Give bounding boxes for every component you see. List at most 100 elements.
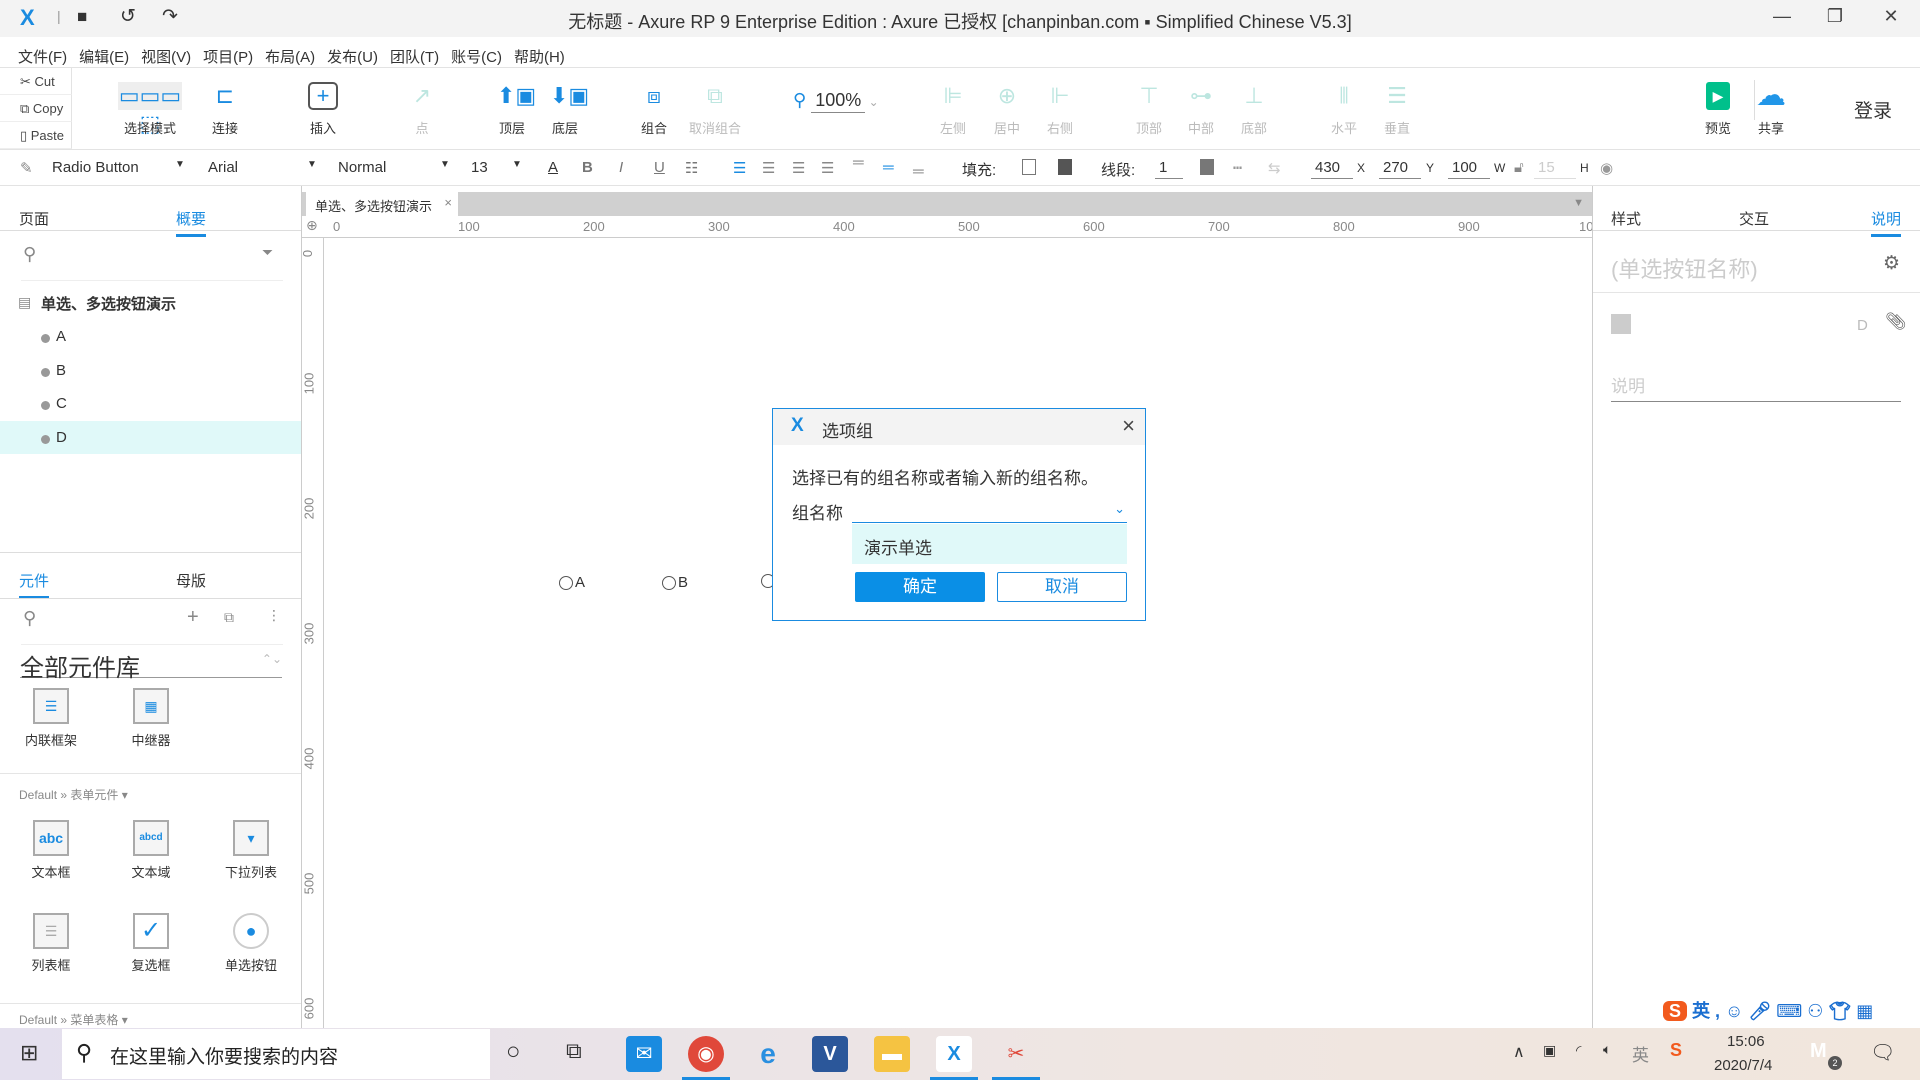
battery-icon[interactable]: ▣ [1543,1042,1556,1059]
library-stack-icon[interactable]: ⧉ [224,609,234,626]
cut-button[interactable]: ✂ Cut [0,68,72,95]
valign-bottom-button[interactable]: ═ [913,163,924,180]
wifi-icon[interactable]: ◜ [1576,1042,1581,1059]
library-select[interactable]: 全部元件库 ⌃⌄ [20,648,282,682]
valign-middle-button[interactable]: ═ [883,159,894,176]
underline-button[interactable]: U [654,159,665,176]
clock-time[interactable]: 15:06 [1727,1033,1765,1050]
bold-button[interactable]: B [582,159,593,176]
chevron-down-icon[interactable]: ⌄ [1114,501,1125,517]
axure-app-icon[interactable]: X [930,1036,978,1080]
close-icon[interactable]: × [1122,413,1135,439]
y-input[interactable]: 270 [1379,159,1421,179]
taskbar-search[interactable]: ⚲ 在这里输入你要搜索的内容 [62,1029,490,1079]
italic-button[interactable]: I [619,159,623,176]
document-tab[interactable]: 单选、多选按钮演示 × [306,192,458,216]
menu-team[interactable]: 团队(T) [386,37,447,67]
ungroup-button[interactable]: ⧉ 取消组合 [680,82,750,137]
minimize-button[interactable]: — [1762,6,1802,32]
share-button[interactable]: ☁ 共享 [1738,81,1804,137]
snipping-tool-icon[interactable]: ✂ [992,1036,1040,1080]
widget-inline-frame[interactable]: ☰ 内联框架 [6,688,96,749]
gear-icon[interactable]: ⚙ [1883,252,1900,275]
align-text-center-button[interactable]: ☰ [762,159,775,177]
action-center-icon[interactable]: 🗨︎ [1870,1040,1895,1065]
mail-app-icon[interactable]: ✉ [626,1036,662,1072]
filter-icon[interactable]: ⏷ [262,244,273,261]
menu-publish[interactable]: 发布(U) [323,37,386,67]
tab-masters[interactable]: 母版 [176,570,206,591]
widget-text-field[interactable]: abc 文本框 [6,820,96,881]
chrome-app-icon[interactable]: ◉ [682,1036,730,1080]
cancel-button[interactable]: 取消 [997,572,1127,602]
outline-item[interactable]: C [0,387,301,420]
outline-item[interactable]: B [0,354,301,387]
search-icon[interactable]: ⚲ [23,244,36,265]
align-text-left-button[interactable]: ☰ [733,159,746,177]
outline-item-selected[interactable]: D [0,421,301,454]
fill-shadow-button[interactable] [1058,159,1072,175]
windows-start-icon[interactable]: ⊞ [20,1040,38,1066]
font-select[interactable]: Arial [208,159,238,176]
insert-button[interactable]: + 插入 [288,82,358,137]
stroke-pattern-button[interactable]: ┅ [1233,159,1242,177]
canvas-radio-button[interactable]: A [559,574,585,591]
group-button[interactable]: ⧈ 组合 [619,82,689,137]
widget-name-input[interactable]: (单选按钮名称) [1611,252,1758,284]
lock-aspect-icon[interactable]: 🔓︎ [1514,159,1524,176]
note-color-swatch[interactable] [1611,314,1631,334]
volume-icon[interactable]: 🔈︎ [1603,1041,1611,1058]
widget-list-box[interactable]: ☰ 列表框 [6,913,96,974]
menu-layout[interactable]: 布局(A) [261,37,323,67]
app-tray-icon[interactable]: M [1810,1040,1827,1063]
outline-item[interactable]: A [0,320,301,353]
section-form-widgets[interactable]: Default » 表单元件 ▾ [19,786,128,803]
chevron-up-icon[interactable]: ∧ [1513,1042,1525,1062]
x-input[interactable]: 430 [1311,159,1353,179]
zoom-select[interactable]: ⚲ 100% ⌄ [793,90,879,113]
visibility-eye-icon[interactable]: ◉ [1600,159,1613,177]
point-button[interactable]: ↗ 点 [387,82,457,137]
menu-project[interactable]: 项目(P) [199,37,261,67]
send-to-back-button[interactable]: ⬇▣ 底层 [530,82,600,137]
widget-type-select[interactable]: Radio Button [52,159,139,176]
group-option[interactable]: 演示单选 [852,524,1127,564]
tab-widgets[interactable]: 元件 [19,570,50,599]
widget-repeater[interactable]: ▦ 中继器 [106,688,196,749]
tab-pages[interactable]: 页面 [19,208,49,229]
menu-account[interactable]: 账号(C) [447,37,510,67]
section-menus-tables[interactable]: Default » 菜单表格 ▾ [19,1011,128,1028]
font-size-select[interactable]: 13 [471,159,488,176]
fill-color-button[interactable] [1022,159,1036,175]
stroke-width-input[interactable]: 1 [1155,159,1183,179]
menu-view[interactable]: 视图(V) [137,37,199,67]
ime-language[interactable]: 英 [1692,1001,1710,1021]
align-bottom-button[interactable]: ⊥ 底部 [1219,82,1289,137]
justify-button[interactable]: ☰ [821,159,834,177]
font-color-button[interactable]: A [548,159,558,176]
notes-input[interactable]: 说明 [1611,372,1901,402]
align-right-button[interactable]: ⊩ 右侧 [1025,82,1095,137]
tab-interactions[interactable]: 交互 [1739,208,1769,229]
menu-help[interactable]: 帮助(H) [510,37,573,67]
font-style-select[interactable]: Normal [338,159,386,176]
sogou-tray-icon[interactable]: S [1670,1040,1682,1061]
tab-list-dropdown-icon[interactable]: ▼ [1573,197,1584,209]
tab-outline[interactable]: 概要 [176,208,207,237]
distribute-vertical-button[interactable]: ☰ 垂直 [1362,82,1432,137]
search-icon[interactable]: ⚲ [23,608,36,629]
outline-page-title[interactable]: 单选、多选按钮演示 [41,293,176,314]
task-view-icon[interactable]: ⧉ [566,1038,582,1064]
login-button[interactable]: 登录 [1854,96,1892,123]
valign-top-button[interactable]: ═ [853,154,864,171]
widget-radio-button[interactable]: ● 单选按钮 [206,913,296,974]
widget-text-area[interactable]: abcd 文本域 [106,820,196,881]
crosshair-icon[interactable]: ⊕ [306,217,318,234]
bullet-list-button[interactable]: ☷ [685,159,698,177]
cortana-icon[interactable]: ○ [506,1038,521,1066]
clock-date[interactable]: 2020/7/4 [1714,1057,1772,1074]
ie-app-icon[interactable]: e [750,1036,786,1072]
file-explorer-icon[interactable]: ▬ [874,1036,910,1072]
tab-style[interactable]: 样式 [1611,208,1641,229]
width-input[interactable]: 100 [1448,159,1490,179]
